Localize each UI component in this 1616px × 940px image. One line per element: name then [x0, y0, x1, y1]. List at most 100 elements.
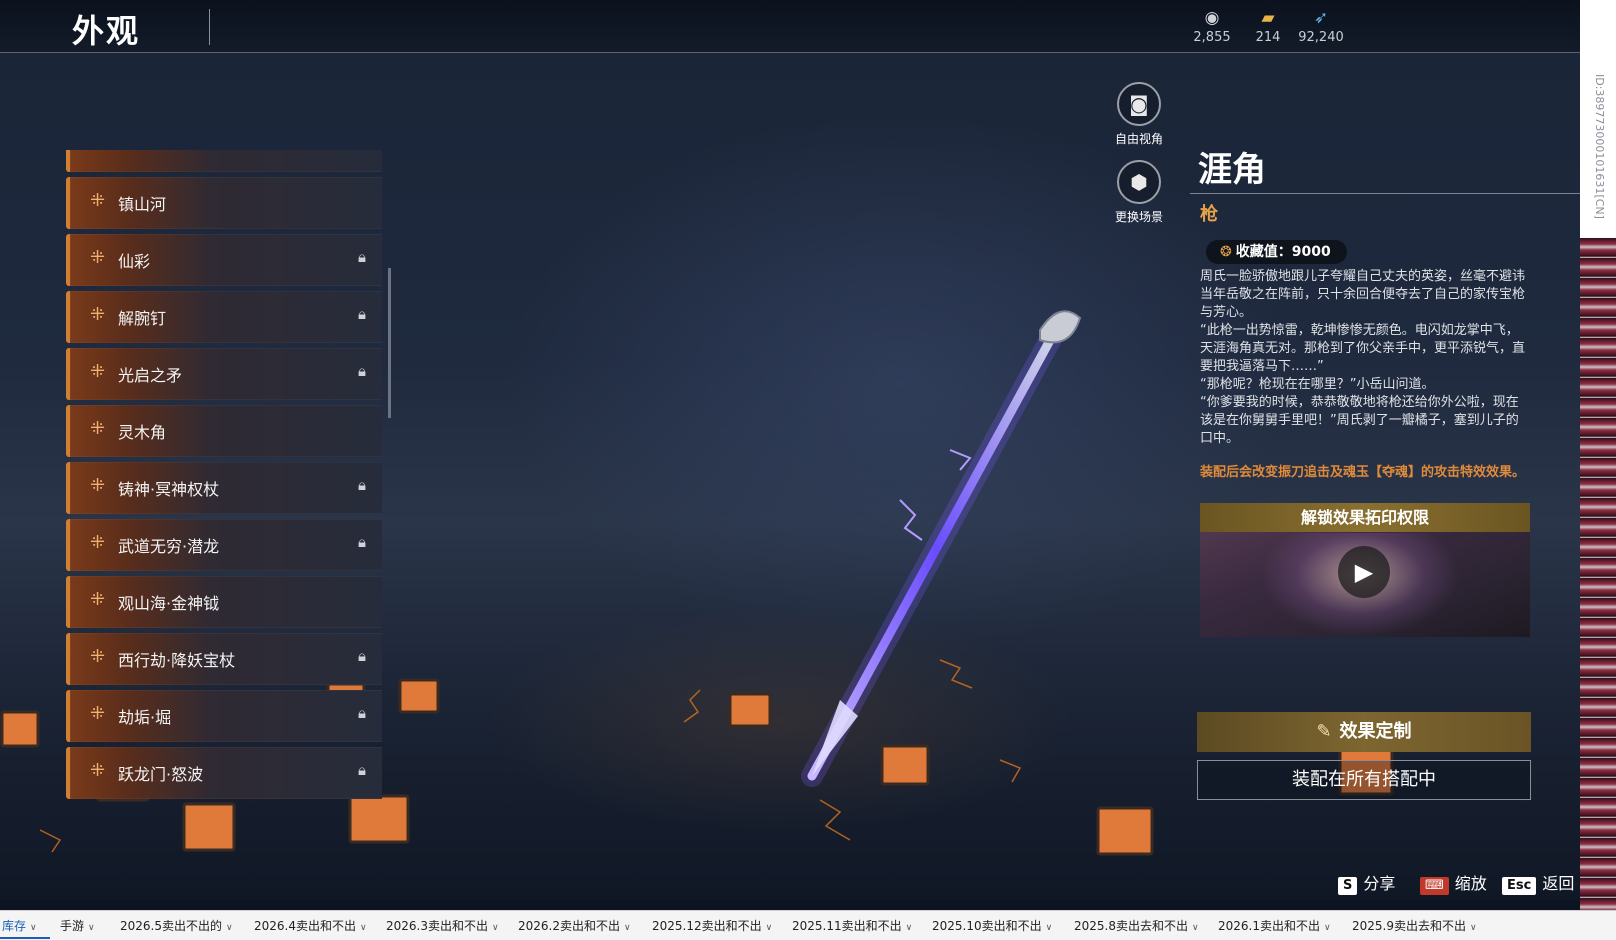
change-scene-label: 更换场景	[1114, 210, 1163, 224]
lock-icon: 🔒︎	[358, 248, 366, 266]
item-name: 西行劫·降妖宝杖	[118, 651, 236, 670]
chevron-down-icon: ∨	[905, 923, 913, 933]
item-name: 观山海·金神钺	[118, 594, 220, 613]
collection-badge: ❂ 收藏值：9000	[1206, 240, 1347, 264]
list-item[interactable]: ⁜ 镇山河	[66, 177, 382, 229]
sheet-tab[interactable]: 库存 ∨	[2, 917, 37, 934]
weapon-emblem-icon: ⁜	[90, 418, 106, 439]
weapon-emblem-icon: ⁜	[90, 247, 106, 268]
appearance-list[interactable]: ⁜ … ⁜ 镇山河 ⁜ 仙彩 🔒︎ ⁜ 解腕钉 🔒︎ ⁜ 光启之矛 🔒︎ ⁜ 灵…	[66, 150, 382, 800]
item-name: 镇山河	[118, 195, 167, 214]
list-item[interactable]: ⁜ 灵木角	[66, 405, 382, 457]
sheet-tab[interactable]: 2025.9卖出去和不出 ∨	[1352, 917, 1477, 934]
sheet-tab[interactable]: 2025.11卖出和不出 ∨	[792, 917, 912, 934]
chevron-down-icon: ∨	[1192, 923, 1199, 933]
weapon-emblem-icon: ⁜	[90, 361, 106, 382]
unlock-title: 解锁效果拓印权限	[1200, 503, 1530, 532]
background-spreadsheet-strip	[1580, 238, 1616, 910]
hint-label: 缩放	[1454, 874, 1487, 893]
hint-label: 分享	[1363, 874, 1396, 893]
sheet-tab[interactable]: 2025.10卖出和不出 ∨	[932, 917, 1052, 934]
chevron-down-icon: ∨	[88, 923, 95, 933]
item-name: …	[118, 150, 134, 153]
item-name: 灵木角	[118, 423, 167, 442]
free-view-label: 自由视角	[1114, 132, 1163, 146]
currency-value: 214	[1255, 30, 1281, 45]
chevron-down-icon: ∨	[492, 923, 499, 933]
currency-feather: ➶ 92,240	[1296, 8, 1346, 45]
mouse-key-icon: ⌨	[1420, 877, 1449, 895]
sheet-tab[interactable]: 2026.1卖出和不出 ∨	[1218, 917, 1331, 934]
list-item[interactable]: ⁜ 跃龙门·怒波 🔒︎	[66, 747, 382, 799]
key-s: S	[1338, 877, 1358, 895]
list-item[interactable]: ⁜ 仙彩 🔒︎	[66, 234, 382, 286]
chevron-down-icon: ∨	[226, 923, 233, 933]
item-name: 仙彩	[118, 252, 151, 271]
sheet-tab[interactable]: 2025.8卖出去和不出 ∨	[1074, 917, 1199, 934]
currency-coin: ◉ 2,855	[1192, 8, 1232, 45]
list-item[interactable]: ⁜ 劫垢·堀 🔒︎	[66, 690, 382, 742]
weapon-emblem-icon: ⁜	[90, 475, 106, 496]
chevron-down-icon: ∨	[1045, 923, 1053, 933]
top-divider	[0, 52, 1580, 53]
weapon-type: 枪	[1200, 204, 1218, 225]
chevron-down-icon: ∨	[30, 923, 37, 933]
share-hint[interactable]: S 分享	[1338, 870, 1395, 895]
lock-icon: 🔒︎	[358, 476, 366, 494]
unlock-preview-card[interactable]: 解锁效果拓印权限 ▶	[1200, 503, 1530, 637]
key-esc: Esc	[1502, 877, 1537, 895]
list-item[interactable]: ⁜ 观山海·金神钺	[66, 576, 382, 628]
sheet-tab[interactable]: 2026.3卖出和不出 ∨	[386, 917, 499, 934]
equip-all-button[interactable]: 装配在所有搭配中	[1197, 760, 1531, 800]
collection-value: 收藏值：9000	[1235, 244, 1331, 260]
weapon-emblem-icon: ⁜	[90, 646, 106, 667]
effect-custom-label: 效果定制	[1339, 721, 1412, 742]
list-item[interactable]: ⁜ 西行劫·降妖宝杖 🔒︎	[66, 633, 382, 685]
list-item[interactable]: ⁜ 武道无穷·潜龙 🔒︎	[66, 519, 382, 571]
sheet-tab[interactable]: 手游 ∨	[60, 917, 95, 934]
lock-icon: 🔒︎	[358, 305, 366, 323]
back-hint[interactable]: Esc 返回	[1502, 870, 1574, 895]
weapon-emblem-icon: ⁜	[90, 304, 106, 325]
currency-ticket: ▰ 214	[1248, 8, 1288, 45]
list-item[interactable]: ⁜ …	[66, 150, 382, 172]
weapon-emblem-icon: ⁜	[90, 760, 106, 781]
weapon-emblem-icon: ⁜	[90, 150, 105, 154]
ticket-icon: ▰	[1261, 8, 1275, 28]
lock-icon: 🔒︎	[358, 704, 366, 722]
change-scene-button[interactable]: ⬢ 更换场景	[1104, 160, 1174, 225]
hint-label: 返回	[1542, 874, 1575, 893]
brush-icon: ✎	[1316, 721, 1332, 742]
weapon-emblem-icon: ⁜	[90, 589, 106, 610]
effect-note: 装配后会改变振刀追击及魂玉【夺魂】的攻击特效效果。	[1200, 465, 1526, 480]
list-item[interactable]: ⁜ 光启之矛 🔒︎	[66, 348, 382, 400]
free-view-button[interactable]: ◙ 自由视角	[1104, 82, 1174, 147]
sheet-tab[interactable]: 2026.5卖出不出的 ∨	[120, 917, 233, 934]
currency-value: 2,855	[1193, 30, 1231, 45]
chevron-down-icon: ∨	[1324, 923, 1331, 933]
weapon-emblem-icon: ⁜	[90, 190, 106, 211]
item-name: 铸神·冥神权杖	[118, 480, 220, 499]
chevron-down-icon: ∨	[624, 923, 631, 933]
lock-icon: 🔒︎	[358, 647, 366, 665]
weapon-name: 涯角	[1198, 150, 1266, 190]
camera-icon: ◙	[1117, 82, 1161, 126]
item-name: 解腕钉	[118, 309, 167, 328]
sheet-tab[interactable]: 2026.4卖出和不出 ∨	[254, 917, 367, 934]
item-name: 劫垢·堀	[118, 708, 172, 727]
sheet-tab[interactable]: 2026.2卖出和不出 ∨	[518, 917, 631, 934]
item-name: 光启之矛	[118, 366, 183, 385]
list-item[interactable]: ⁜ 解腕钉 🔒︎	[66, 291, 382, 343]
sheet-tab[interactable]: 2025.12卖出和不出 ∨	[652, 917, 772, 934]
chevron-down-icon: ∨	[765, 923, 773, 933]
list-item[interactable]: ⁜ 铸神·冥神权杖 🔒︎	[66, 462, 382, 514]
lock-icon: 🔒︎	[358, 533, 366, 551]
zoom-hint[interactable]: ⌨ 缩放	[1420, 870, 1487, 895]
play-icon[interactable]: ▶	[1338, 546, 1390, 598]
title-separator	[209, 9, 210, 45]
effect-custom-button[interactable]: ✎ 效果定制	[1197, 712, 1531, 752]
list-scrollbar[interactable]	[388, 268, 391, 418]
coin-icon: ◉	[1204, 8, 1220, 28]
feather-icon: ➶	[1313, 8, 1329, 28]
spreadsheet-tab-bar: 库存 ∨ 手游 ∨ 2026.5卖出不出的 ∨ 2026.4卖出和不出 ∨ 2026.3…	[0, 910, 1616, 940]
